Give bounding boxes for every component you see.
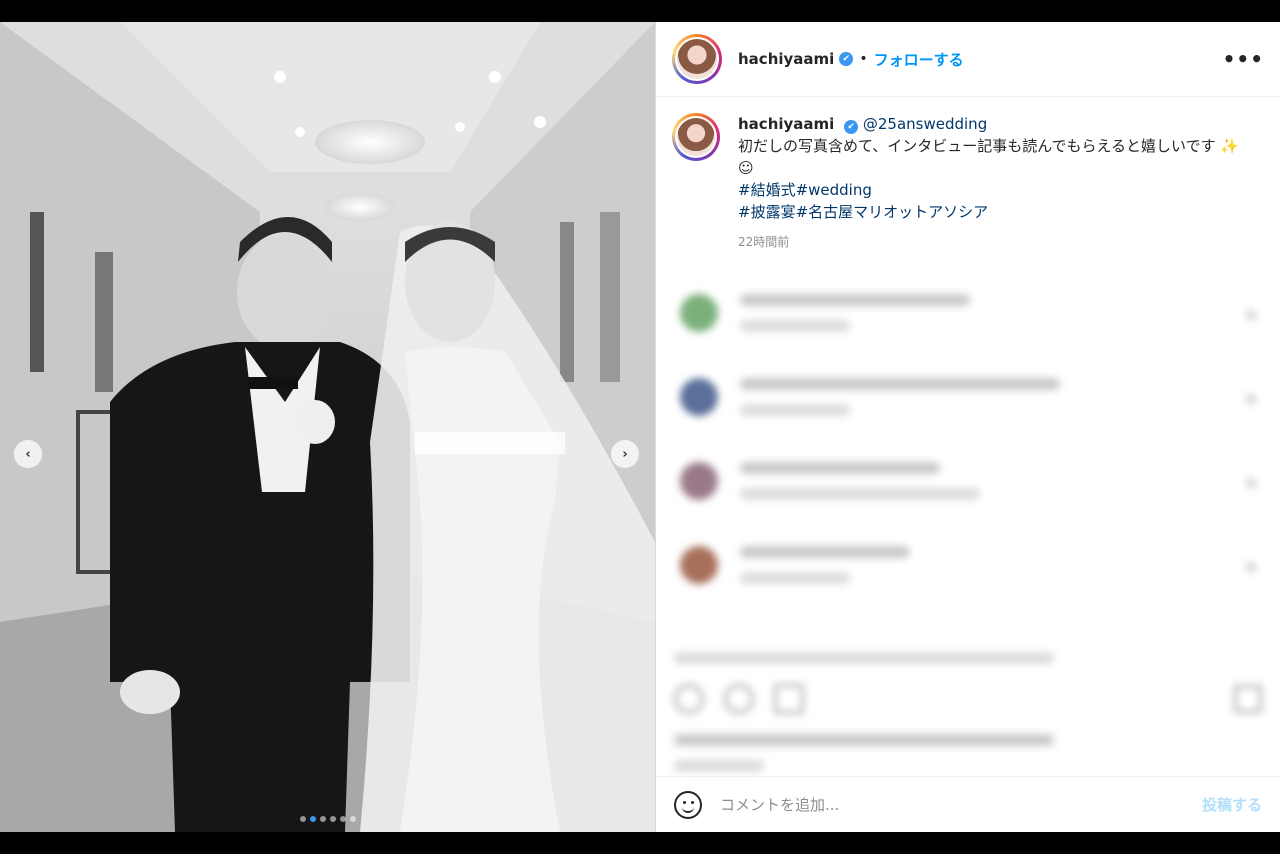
heart-icon <box>1246 310 1256 320</box>
follow-button[interactable]: フォローする <box>874 49 964 70</box>
header-username[interactable]: hachiyaami <box>738 50 834 68</box>
caption-text: 初だしの写真含めて、インタビュー記事も読んでもらえると嬉しいです <box>738 137 1216 155</box>
avatar <box>680 462 718 500</box>
hashtag-link[interactable]: #結婚式#wedding <box>738 179 1248 201</box>
caption-avatar[interactable] <box>672 113 720 161</box>
verified-badge-icon: ✔ <box>839 52 854 66</box>
avatar <box>680 378 718 416</box>
like-heart-icon[interactable] <box>674 684 704 714</box>
heart-icon <box>1246 478 1256 488</box>
carousel-indicator <box>0 816 655 822</box>
post-timestamp[interactable]: 22時間前 <box>738 231 1248 253</box>
list-item <box>656 284 1280 368</box>
carousel-dot <box>319 816 326 822</box>
post-side-panel: hachiyaami ✔ • フォローする ••• hachiyaami ✔ @… <box>655 22 1280 832</box>
avatar[interactable] <box>672 34 722 84</box>
avatar <box>680 294 718 332</box>
hashtag-link[interactable]: #披露宴#名古屋マリオットアソシア <box>738 201 1248 223</box>
wedding-photo-image <box>0 22 655 832</box>
share-paper-plane-icon[interactable] <box>774 684 804 714</box>
comments-list-blurred <box>656 284 1280 620</box>
carousel-dot <box>299 816 306 822</box>
more-options-icon[interactable]: ••• <box>1223 47 1264 71</box>
heart-icon <box>1246 394 1256 404</box>
carousel-prev-button[interactable]: ‹ <box>13 439 43 469</box>
carousel-dot <box>339 816 346 822</box>
add-comment-bar: 投稿する <box>656 776 1280 832</box>
avatar-image <box>677 118 715 156</box>
post-caption: hachiyaami ✔ @25answedding 初だしの写真含めて、インタ… <box>656 97 1280 253</box>
carousel-next-button[interactable]: › <box>610 439 640 469</box>
caption-mention-link[interactable]: @25answedding <box>863 115 987 133</box>
carousel-dot <box>309 816 316 822</box>
comment-bubble-icon[interactable] <box>724 684 754 714</box>
bookmark-icon[interactable] <box>1234 685 1262 713</box>
post-photo[interactable]: ‹ › <box>0 22 655 832</box>
caption-body: hachiyaami ✔ @25answedding 初だしの写真含めて、インタ… <box>738 113 1248 253</box>
avatar <box>680 546 718 584</box>
post-comment-button[interactable]: 投稿する <box>1202 794 1262 815</box>
chevron-left-icon: ‹ <box>25 446 31 462</box>
list-item <box>656 452 1280 536</box>
separator-dot: • <box>859 51 868 67</box>
emoji-smile-icon[interactable] <box>674 790 702 819</box>
post-header: hachiyaami ✔ • フォローする ••• <box>656 22 1280 97</box>
heart-icon <box>1246 562 1256 572</box>
list-item <box>656 536 1280 620</box>
carousel-dot <box>349 816 356 822</box>
post-actions-blurred <box>656 652 1280 786</box>
caption-username[interactable]: hachiyaami <box>738 115 834 133</box>
avatar-image <box>677 39 717 79</box>
comment-input[interactable] <box>720 795 1202 814</box>
chevron-right-icon: › <box>622 446 628 462</box>
carousel-dot <box>329 816 336 822</box>
list-item <box>656 368 1280 452</box>
verified-badge-icon: ✔ <box>844 120 859 134</box>
